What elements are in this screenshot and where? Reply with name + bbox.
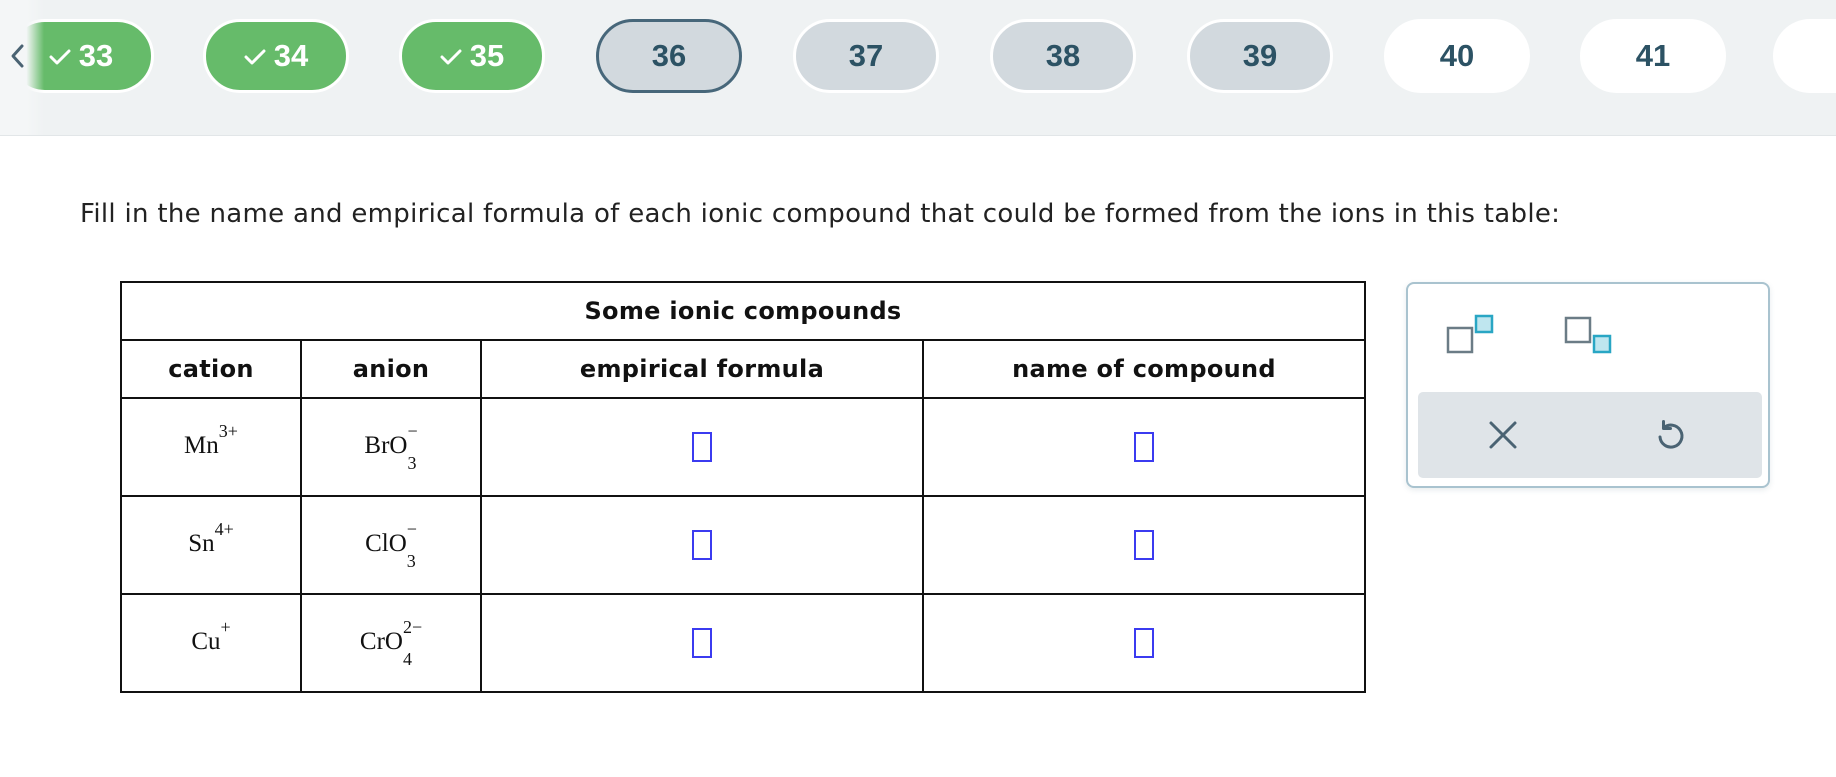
cation-ion: Mn 3+ <box>184 422 238 465</box>
question-pill-40[interactable]: 40 <box>1384 19 1530 93</box>
question-number: 40 <box>1439 38 1475 73</box>
empirical-formula-cell <box>480 397 924 497</box>
table-row: Cu + CrO 2− 4 <box>120 593 1366 693</box>
anion-ion: BrO − 3 <box>364 422 417 472</box>
ion-charge: 2− <box>402 617 423 637</box>
ion-subscript: 3 <box>407 453 417 473</box>
cation-ion: Cu + <box>191 618 230 661</box>
column-header-cation: cation <box>120 339 302 399</box>
question-pill-next[interactable] <box>1773 19 1836 93</box>
close-icon <box>1489 421 1517 449</box>
ion-charge: 3+ <box>218 421 238 441</box>
clear-button[interactable] <box>1488 420 1518 454</box>
empirical-formula-input[interactable] <box>692 432 712 462</box>
ion-charge: − <box>406 519 417 539</box>
question-pill-35[interactable]: 35 <box>399 19 545 93</box>
question-pill-34[interactable]: 34 <box>203 19 349 93</box>
column-header-empirical-formula: empirical formula <box>480 339 924 399</box>
compound-name-cell <box>922 397 1366 497</box>
ion-subscript: 3 <box>406 551 416 571</box>
table-row: Mn 3+ BrO − 3 <box>120 397 1366 497</box>
ion-symbol: Cu <box>191 627 221 655</box>
question-navigation: 33 34 35 36 37 38 39 40 41 <box>0 0 1836 136</box>
checkmark-icon <box>244 49 266 65</box>
undo-button[interactable] <box>1654 419 1686 455</box>
ion-charge: − <box>407 421 418 441</box>
empirical-formula-input[interactable] <box>692 628 712 658</box>
cation-cell: Mn 3+ <box>120 397 302 497</box>
cation-cell: Cu + <box>120 593 302 693</box>
ion-symbol: Sn <box>188 529 215 557</box>
question-number: 35 <box>469 38 505 73</box>
anion-cell: CrO 2− 4 <box>300 593 482 693</box>
table-row: Sn 4+ ClO − 3 <box>120 495 1366 595</box>
question-pill-38[interactable]: 38 <box>990 19 1136 93</box>
empirical-formula-cell <box>480 593 924 693</box>
ion-symbol: CrO <box>359 627 403 655</box>
question-prompt: Fill in the name and empirical formula o… <box>80 199 1561 229</box>
ion-symbol: Mn <box>184 431 219 459</box>
question-number: 41 <box>1635 38 1671 73</box>
question-number: 33 <box>78 38 114 73</box>
question-pill-39[interactable]: 39 <box>1187 19 1333 93</box>
checkmark-icon <box>49 49 71 65</box>
superscript-icon <box>1446 314 1494 354</box>
ion-symbol: BrO <box>364 431 408 459</box>
ionic-compounds-table: Some ionic compounds cation anion empiri… <box>120 281 1366 693</box>
ion-charge: + <box>220 617 231 637</box>
anion-ion: CrO 2− 4 <box>359 618 422 668</box>
subscript-icon <box>1564 316 1612 354</box>
question-number: 37 <box>848 38 884 73</box>
anion-cell: ClO − 3 <box>300 495 482 595</box>
subscript-button[interactable] <box>1564 316 1616 362</box>
answer-tool-panel <box>1406 282 1770 488</box>
tool-actions-bar <box>1418 392 1762 478</box>
question-number: 34 <box>273 38 309 73</box>
anion-cell: BrO − 3 <box>300 397 482 497</box>
question-pill-36[interactable]: 36 <box>596 19 742 93</box>
ion-symbol: ClO <box>365 529 407 557</box>
question-number: 39 <box>1242 38 1278 73</box>
compound-name-input[interactable] <box>1134 628 1154 658</box>
column-header-name: name of compound <box>922 339 1366 399</box>
question-number: 38 <box>1045 38 1081 73</box>
empirical-formula-cell <box>480 495 924 595</box>
compound-name-input[interactable] <box>1134 432 1154 462</box>
ion-charge: 4+ <box>214 519 234 539</box>
compound-name-input[interactable] <box>1134 530 1154 560</box>
ion-subscript: 4 <box>402 649 412 669</box>
cation-cell: Sn 4+ <box>120 495 302 595</box>
table-caption: Some ionic compounds <box>120 281 1366 341</box>
empirical-formula-input[interactable] <box>692 530 712 560</box>
checkmark-icon <box>440 49 462 65</box>
question-number: 36 <box>651 38 687 73</box>
compound-name-cell <box>922 593 1366 693</box>
undo-icon <box>1658 420 1684 449</box>
question-pill-41[interactable]: 41 <box>1580 19 1726 93</box>
cation-ion: Sn 4+ <box>188 520 234 563</box>
chevron-left-icon <box>11 44 24 67</box>
column-header-anion: anion <box>300 339 482 399</box>
question-pill-37[interactable]: 37 <box>793 19 939 93</box>
nav-back-button[interactable] <box>0 0 44 135</box>
compound-name-cell <box>922 495 1366 595</box>
superscript-button[interactable] <box>1446 314 1498 360</box>
anion-ion: ClO − 3 <box>365 520 417 570</box>
